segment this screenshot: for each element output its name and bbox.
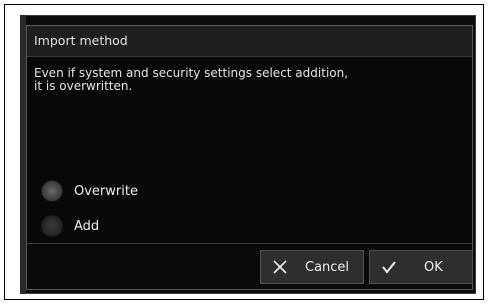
radio-button-icon[interactable] [41,180,63,202]
dialog-message: Even if system and security settings sel… [34,66,349,93]
dialog-title-bar: Import method [27,26,472,57]
close-icon [273,260,287,274]
cancel-button[interactable]: Cancel [260,250,364,284]
ok-button-label: OK [424,259,443,275]
dialog-button-bar: Cancel OK [27,243,473,289]
option-add[interactable]: Add [41,214,99,238]
dialog-title: Import method [34,33,128,48]
checkmark-icon [382,261,396,274]
radio-button-icon[interactable] [41,215,63,237]
import-method-dialog: Import method Even if system and securit… [26,25,473,290]
option-overwrite-label: Overwrite [74,183,138,199]
option-overwrite[interactable]: Overwrite [41,179,138,203]
ok-button[interactable]: OK [369,250,473,284]
option-add-label: Add [74,218,100,234]
cancel-button-label: Cancel [305,259,350,275]
